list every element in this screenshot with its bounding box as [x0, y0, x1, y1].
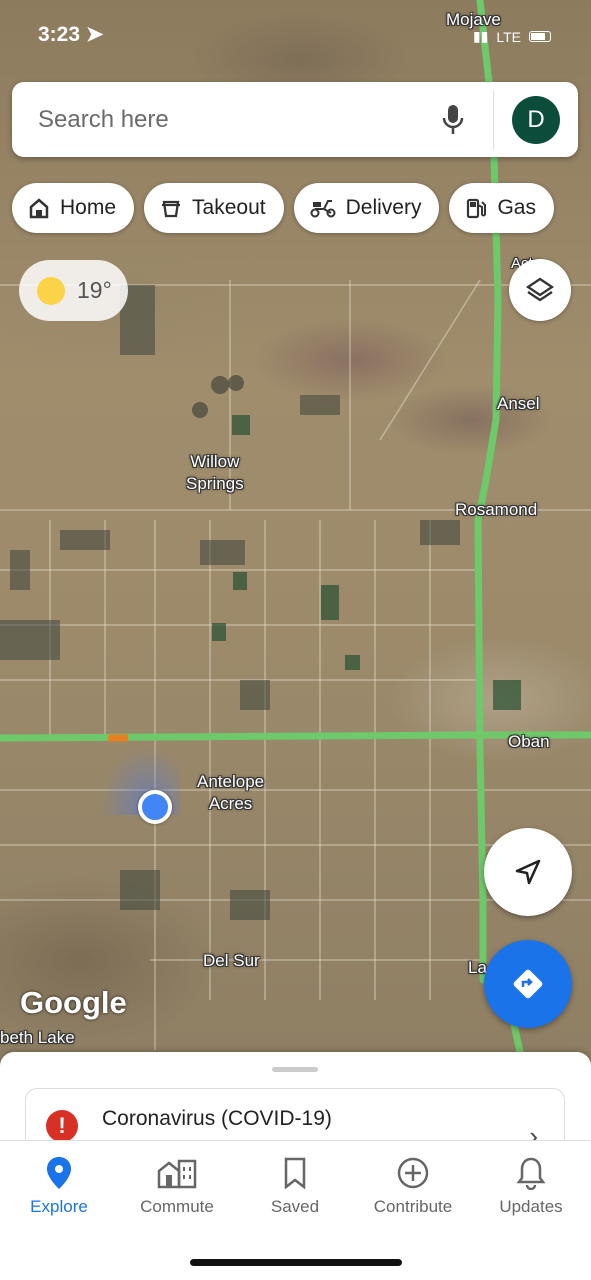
- directions-button[interactable]: [484, 940, 572, 1028]
- tab-label: Contribute: [373, 1197, 453, 1216]
- chip-delivery[interactable]: Delivery: [293, 183, 440, 233]
- location-arrow-icon: ➤: [85, 23, 104, 46]
- place-label-ansel[interactable]: Ansel: [497, 393, 540, 415]
- category-chips: Home Takeout Delivery Gas: [12, 183, 554, 233]
- tab-label: Updates: [499, 1197, 563, 1216]
- home-icon: [29, 198, 49, 219]
- my-location-button[interactable]: [484, 828, 572, 916]
- tab-contribute[interactable]: Contribute: [354, 1155, 472, 1217]
- commute-icon: [157, 1159, 197, 1189]
- tab-commute[interactable]: Commute: [118, 1155, 236, 1217]
- tab-updates[interactable]: Updates: [472, 1155, 590, 1217]
- navigation-arrow-icon: [515, 859, 541, 885]
- chip-takeout[interactable]: Takeout: [144, 183, 284, 233]
- covid-card-title: Coronavirus (COVID-19): [102, 1106, 332, 1130]
- place-label-rosamond[interactable]: Rosamond: [455, 499, 537, 521]
- tab-label: Explore: [30, 1197, 88, 1216]
- layers-button[interactable]: [509, 259, 571, 321]
- sun-icon: [37, 276, 65, 305]
- signal-icon: ▮▮: [472, 28, 489, 44]
- gas-pump-icon: [467, 198, 487, 219]
- add-circle-icon: [397, 1157, 429, 1189]
- weather-badge[interactable]: 19°: [19, 260, 128, 321]
- search-divider: [493, 89, 494, 150]
- tab-saved[interactable]: Saved: [236, 1155, 354, 1217]
- bell-icon: [516, 1157, 546, 1190]
- map-roads: [0, 0, 591, 1056]
- covid-card[interactable]: ! Coronavirus (COVID-19) ›: [25, 1088, 565, 1148]
- status-time: 3:23 ➤: [38, 22, 103, 47]
- chip-gas[interactable]: Gas: [449, 183, 554, 233]
- directions-icon: [513, 969, 543, 999]
- chip-label: Takeout: [192, 196, 266, 219]
- alert-icon: !: [46, 1109, 78, 1142]
- search-bar[interactable]: Search here D: [12, 82, 578, 157]
- bookmark-icon: [284, 1157, 306, 1189]
- tab-label: Commute: [140, 1197, 214, 1216]
- place-label-del-sur[interactable]: Del Sur: [203, 950, 260, 972]
- network-type: LTE: [496, 28, 521, 45]
- microphone-icon[interactable]: [433, 100, 473, 140]
- place-label-line: Antelope: [197, 772, 265, 791]
- takeout-icon: [162, 200, 181, 218]
- search-input[interactable]: Search here: [38, 106, 433, 134]
- home-indicator[interactable]: [190, 1259, 402, 1266]
- explore-pin-icon: [47, 1157, 71, 1189]
- place-label-elizabeth-lake[interactable]: beth Lake: [0, 1027, 75, 1049]
- scooter-icon: [310, 200, 336, 218]
- status-time-text: 3:23: [38, 23, 81, 46]
- place-label-oban[interactable]: Oban: [508, 731, 550, 753]
- place-label-line: Acres: [208, 794, 253, 813]
- account-avatar[interactable]: D: [512, 95, 560, 144]
- chip-label: Home: [60, 196, 117, 219]
- layers-icon: [525, 277, 555, 302]
- place-label-line: Springs: [186, 474, 244, 493]
- chip-label: Gas: [497, 196, 536, 219]
- chip-label: Delivery: [345, 196, 422, 219]
- place-label-line: Willow: [190, 452, 240, 471]
- place-label-antelope-acres[interactable]: Antelope Acres: [197, 771, 264, 815]
- place-label-willow-springs[interactable]: Willow Springs: [186, 451, 244, 495]
- chip-home[interactable]: Home: [12, 183, 135, 233]
- tab-label: Saved: [270, 1197, 320, 1216]
- current-location-dot[interactable]: [138, 790, 172, 824]
- sheet-drag-handle[interactable]: [272, 1067, 318, 1072]
- tab-explore[interactable]: Explore: [0, 1155, 118, 1217]
- weather-temperature: 19°: [77, 277, 112, 303]
- battery-icon: [529, 31, 551, 42]
- google-logo: Google: [20, 985, 127, 1020]
- map-view[interactable]: Mojave Acto Ansel Willow Springs Rosamon…: [0, 0, 591, 1080]
- status-indicators: ▮▮ LTE: [473, 28, 551, 45]
